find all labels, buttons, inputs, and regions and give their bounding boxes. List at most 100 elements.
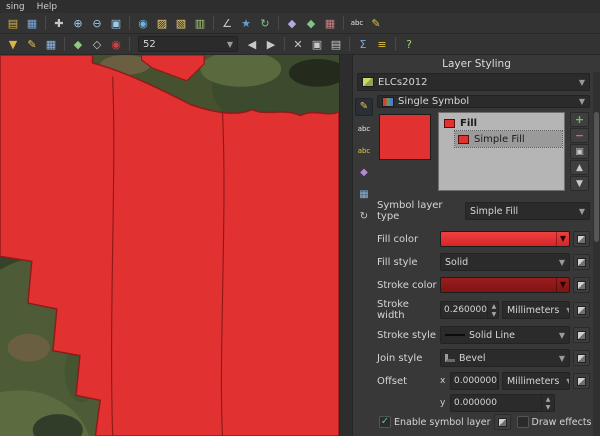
stroke-width-unit-selector[interactable]: Millimeters ▼ [502,301,570,319]
tree-row-fill[interactable]: Fill [441,115,562,131]
deselect-features-icon[interactable]: ▧ [172,15,190,32]
paste-features-icon[interactable]: ▤ [327,36,345,53]
offset-x-spinbox[interactable]: 0.000000 ▲▼ [450,372,499,390]
zoom-in-icon[interactable]: ⊕ [69,15,87,32]
save-project-icon[interactable]: ▦ [23,15,41,32]
current-edits-icon[interactable]: ▼ [4,36,22,53]
panel-splitter[interactable] [339,55,352,436]
refresh-map-icon[interactable]: ↻ [256,15,274,32]
fill-color-button[interactable]: ▼ [440,231,570,247]
fill-style-value: Solid [445,257,468,268]
tree-row-simple-fill[interactable]: Simple Fill [455,131,562,147]
toggle-editing-icon[interactable]: ✎ [23,36,41,53]
stroke-width-override-button[interactable] [573,302,590,318]
stroke-style-value: Solid Line [469,330,515,341]
add-feature-icon[interactable]: ◆ [69,36,87,53]
layer-selector[interactable]: ELCs2012 ▼ [357,73,590,91]
remove-symbol-layer-button[interactable]: − [570,128,589,143]
renderer-selector[interactable]: Single Symbol ▼ [377,95,590,108]
fill-style-selector[interactable]: Solid ▼ [440,253,570,271]
callouts-tab-icon[interactable]: abc [355,142,373,160]
layer-selector-value: ELCs2012 [378,77,428,88]
mask-tab-icon[interactable]: ◆ [355,164,373,182]
symbol-layer-type-value: Simple Fill [470,206,518,217]
add-vector-layer-icon[interactable]: ◆ [302,15,320,32]
vertex-tool-icon[interactable]: ◇ [88,36,106,53]
draw-effects-checkbox[interactable]: ✓ [517,416,529,428]
symbology-tab-icon[interactable]: ✎ [355,98,373,116]
view-3d-tab-icon[interactable]: ▦ [355,186,373,204]
draw-effects-label: Draw effects [532,417,592,428]
data-defined-icon [577,235,586,244]
zoom-full-icon[interactable]: ▣ [107,15,125,32]
map-canvas[interactable] [0,55,339,436]
history-tab-icon[interactable]: ↻ [355,208,373,226]
offset-unit-selector[interactable]: Millimeters ▼ [502,372,570,390]
python-console-icon[interactable]: ≡ [373,36,391,53]
delete-selected-icon[interactable]: ◉ [107,36,125,53]
data-defined-icon [577,354,586,363]
zoom-out-icon[interactable]: ⊖ [88,15,106,32]
fill-color-override-button[interactable] [573,231,590,247]
join-style-override-button[interactable] [573,350,590,366]
spinner-arrows[interactable]: ▲▼ [541,395,554,411]
fill-style-override-button[interactable] [573,254,590,270]
offset-y-spinbox[interactable]: 0.000000 ▲▼ [450,394,555,412]
processing-toolbox-icon[interactable]: Σ [354,36,372,53]
move-up-button[interactable]: ▲ [570,160,589,175]
enable-symbol-layer-checkbox[interactable]: ✓ [379,416,391,428]
new-layer-icon[interactable]: ◆ [283,15,301,32]
fill-style-label: Fill style [377,257,437,268]
stroke-width-spinbox[interactable]: 0.260000 ▲▼ [440,301,499,319]
stroke-style-label: Stroke style [377,330,437,341]
data-defined-icon [498,418,507,427]
toolbar-separator [129,16,130,30]
cut-features-icon[interactable]: ✕ [289,36,307,53]
enable-layer-override-button[interactable] [494,414,511,430]
map-render [0,55,339,436]
symbol-layer-type-label: Symbol layer type [377,200,461,222]
symbol-tree-buttons: + − ▣ ▲ ▼ [570,112,590,191]
labels-tab-icon[interactable]: abc [355,120,373,138]
add-symbol-layer-button[interactable]: + [570,112,589,127]
offset-override-button[interactable] [573,373,590,389]
data-defined-icon [577,258,586,267]
open-attribute-table-icon[interactable]: ▥ [191,15,209,32]
copy-features-icon[interactable]: ▣ [308,36,326,53]
stroke-style-override-button[interactable] [573,327,590,343]
select-features-icon[interactable]: ▨ [153,15,171,32]
scale-combo[interactable]: 52 ▼ [138,36,238,52]
pan-map-icon[interactable]: ✚ [50,15,68,32]
stroke-color-button[interactable]: ▼ [440,277,570,293]
spinner-arrows[interactable]: ▲▼ [487,302,499,318]
stroke-style-selector[interactable]: Solid Line ▼ [440,326,570,344]
bookmarks-icon[interactable]: ★ [237,15,255,32]
duplicate-symbol-layer-button[interactable]: ▣ [570,144,589,159]
toolbar-separator [213,16,214,30]
help-toolbar-icon[interactable]: ? [400,36,418,53]
panel-scrollbar[interactable] [593,72,600,436]
identify-features-icon[interactable]: ◉ [134,15,152,32]
symbol-layer-type-selector[interactable]: Simple Fill ▼ [465,202,590,220]
data-defined-icon [577,377,586,386]
menu-item-help[interactable]: Help [37,2,58,12]
renderer-icon [382,97,394,107]
labels-toolbar-icon[interactable]: abc [348,15,366,32]
save-edits-icon[interactable]: ▦ [42,36,60,53]
scrollbar-thumb[interactable] [594,112,599,242]
open-project-icon[interactable]: ▤ [4,15,22,32]
move-down-button[interactable]: ▼ [570,176,589,191]
measure-icon[interactable]: ∠ [218,15,236,32]
spinner-arrows[interactable]: ▲▼ [497,373,499,389]
scale-combo-value: 52 [143,39,156,50]
add-raster-layer-icon[interactable]: ▦ [321,15,339,32]
redo-icon[interactable]: ▶ [262,36,280,53]
layer-styling-toolbar-icon[interactable]: ✎ [367,15,385,32]
symbol-layer-tree: Fill Simple Fill [438,112,565,191]
undo-icon[interactable]: ◀ [243,36,261,53]
offset-label: Offset [377,372,437,387]
menu-item-processing[interactable]: sing [6,2,25,12]
toolbar-separator [64,37,65,51]
stroke-color-override-button[interactable] [573,277,590,293]
join-style-selector[interactable]: Bevel ▼ [440,349,570,367]
